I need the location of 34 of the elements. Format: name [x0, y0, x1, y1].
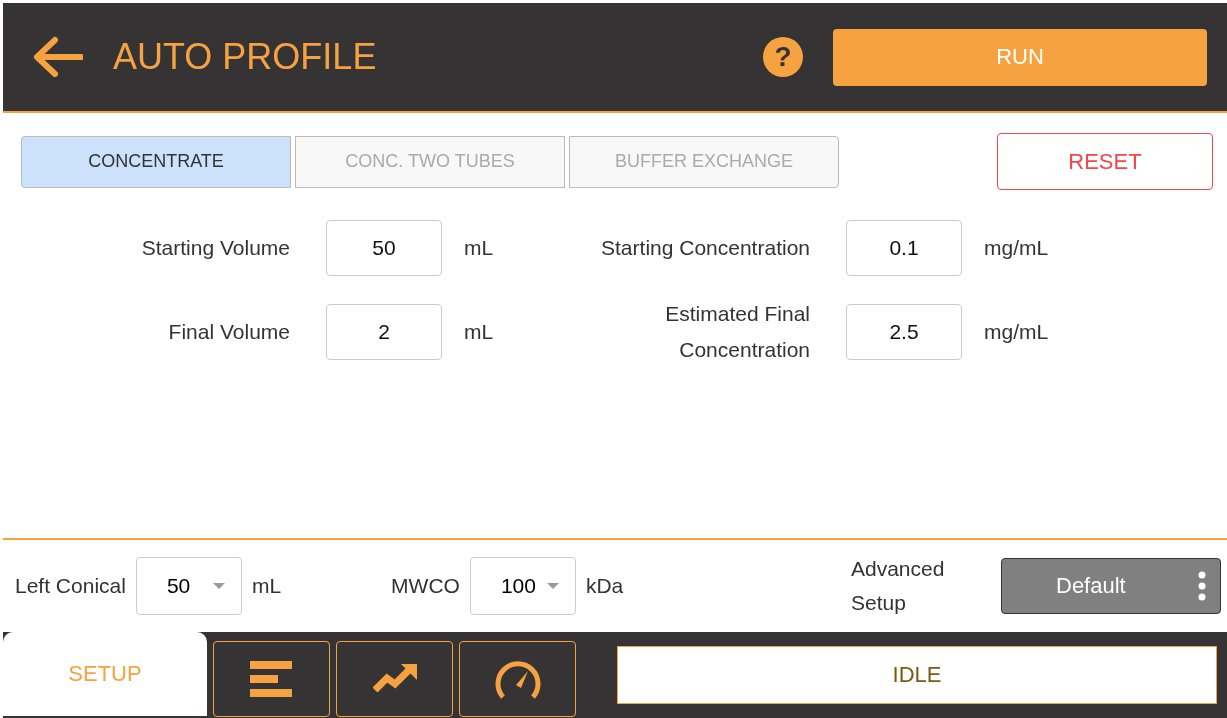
trend-icon: [372, 664, 417, 694]
bars-icon: [249, 661, 294, 697]
more-icon: [1198, 571, 1206, 601]
field-label: Starting Concentration: [600, 235, 810, 261]
nav-tab[interactable]: [213, 641, 330, 717]
unit-label: kDa: [585, 574, 624, 598]
nav-tab[interactable]: [336, 641, 453, 717]
field-label: Estimated Final Concentration: [664, 301, 810, 363]
caret-icon: [546, 583, 559, 589]
unit-label: mL: [464, 320, 494, 344]
input-field[interactable]: 2: [326, 304, 442, 360]
status-display: IDLE: [617, 646, 1217, 704]
field-label: Starting Volume: [140, 235, 290, 261]
back-arrow-icon[interactable]: [33, 36, 83, 78]
setting-label: Left Conical: [15, 574, 126, 598]
dropdown[interactable]: 100: [469, 557, 576, 615]
mode-tab[interactable]: CONCENTRATE: [21, 135, 291, 188]
reset-button[interactable]: RESET: [997, 133, 1213, 190]
input-field[interactable]: 2.5: [846, 304, 962, 360]
field-label: Final Volume: [167, 319, 290, 345]
advanced-setup-label: Advanced Setup: [851, 556, 946, 616]
input-field[interactable]: 50: [326, 220, 442, 276]
unit-label: mL: [464, 236, 494, 260]
unit-label: mg/mL: [984, 320, 1049, 344]
dropdown[interactable]: 50: [135, 557, 242, 615]
unit-label: mL: [251, 574, 282, 598]
caret-icon: [212, 583, 225, 589]
setting-label: MWCO: [391, 574, 460, 598]
input-field[interactable]: 0.1: [846, 220, 962, 276]
unit-label: mg/mL: [984, 236, 1049, 260]
nav-tab[interactable]: [459, 641, 576, 717]
default-button[interactable]: Default: [1001, 558, 1221, 614]
help-button[interactable]: ?: [763, 37, 803, 77]
page-title: AUTO PROFILE: [113, 36, 378, 78]
